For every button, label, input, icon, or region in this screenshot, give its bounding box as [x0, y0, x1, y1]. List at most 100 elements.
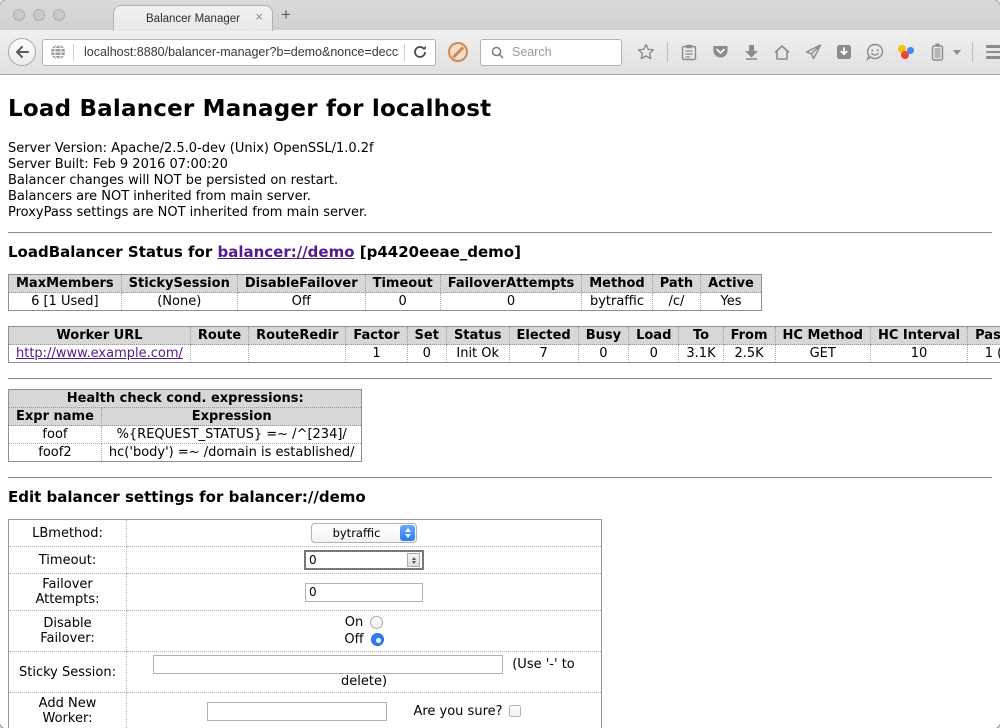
col-to: To: [679, 327, 723, 345]
cell-expr-name: foof: [9, 426, 102, 444]
balancer-status-table: MaxMembers StickySession DisableFailover…: [8, 274, 762, 311]
add-worker-input[interactable]: [207, 702, 387, 721]
sticky-session-input[interactable]: [153, 655, 503, 674]
site-identity-globe-icon[interactable]: [48, 42, 68, 62]
content-blocked-icon[interactable]: [448, 42, 468, 62]
cell-disablefailover: Off: [237, 293, 365, 311]
menu-hamburger-icon[interactable]: [984, 42, 1000, 62]
battery-status-icon[interactable]: [927, 42, 947, 62]
search-icon: [487, 42, 507, 62]
table-row: 6 [1 Used] (None) Off 0 0 bytraffic /c/ …: [9, 293, 762, 311]
save-to-device-icon[interactable]: [834, 42, 854, 62]
cell-hc-method: GET: [775, 345, 870, 363]
reload-icon[interactable]: [410, 42, 430, 62]
cell-routeredir: [249, 345, 346, 363]
edit-settings-heading: Edit balancer settings for balancer://de…: [8, 488, 992, 506]
new-tab-button[interactable]: +: [281, 5, 291, 25]
table-row: foof2 hc('body') =~ /domain is establish…: [9, 444, 362, 462]
section-divider: [8, 378, 992, 380]
proxypass-note: ProxyPass settings are NOT inherited fro…: [8, 205, 992, 221]
bookmark-star-icon[interactable]: [636, 42, 656, 62]
form-row-sticky-session: Sticky Session: (Use '-' to delete): [9, 652, 602, 693]
back-arrow-icon: [12, 42, 32, 62]
cell-elected: 7: [509, 345, 578, 363]
pocket-icon[interactable]: [710, 42, 730, 62]
col-worker-url: Worker URL: [9, 327, 191, 345]
cell-passes: 1 (0): [968, 345, 1000, 363]
worker-url-link[interactable]: http://www.example.com/: [16, 346, 183, 361]
cell-failoverattempts: 0: [440, 293, 582, 311]
disable-failover-on-radio[interactable]: [370, 616, 383, 629]
col-expression: Expression: [101, 408, 362, 426]
cell-busy: 0: [578, 345, 628, 363]
cell-expression: hc('body') =~ /domain is established/: [101, 444, 362, 462]
cell-load: 0: [629, 345, 679, 363]
form-row-timeout: Timeout:: [9, 547, 602, 574]
confirm-checkbox[interactable]: [509, 705, 521, 717]
search-bar[interactable]: Search: [480, 39, 622, 66]
cell-method: bytraffic: [582, 293, 652, 311]
tab-bar: Balancer Manager × +: [0, 0, 1000, 30]
disable-failover-label: Disable Failover:: [9, 611, 127, 652]
toolbar-icons: [636, 42, 1000, 62]
toolbar-divider: [667, 42, 668, 62]
cell-stickysession: (None): [121, 293, 237, 311]
col-passes: Passes: [968, 327, 1000, 345]
cell-worker-url: http://www.example.com/: [9, 345, 191, 363]
col-stickysession: StickySession: [121, 275, 237, 293]
col-path: Path: [652, 275, 700, 293]
tab-balancer-manager[interactable]: Balancer Manager ×: [113, 5, 273, 31]
col-elected: Elected: [509, 327, 578, 345]
bookmarks-list-icon[interactable]: [679, 42, 699, 62]
add-worker-label: Add New Worker:: [9, 693, 127, 728]
close-window-button[interactable]: [13, 9, 25, 21]
col-routeredir: RouteRedir: [249, 327, 346, 345]
form-row-add-worker: Add New Worker: Are you sure?: [9, 693, 602, 728]
loadbalancer-status-heading: LoadBalancer Status for balancer://demo …: [8, 243, 992, 261]
worker-status-table: Worker URL Route RouteRedir Factor Set S…: [8, 326, 1000, 363]
minimize-window-button[interactable]: [33, 9, 45, 21]
urlbar-divider: [73, 44, 74, 61]
section-divider: [8, 477, 992, 479]
health-check-table: Health check cond. expressions: Expr nam…: [8, 389, 362, 462]
timeout-input[interactable]: [306, 553, 407, 567]
table-row: foof %{REQUEST_STATUS} =~ /^[234]/: [9, 426, 362, 444]
downloads-icon[interactable]: [741, 42, 761, 62]
url-bar[interactable]: localhost:8880/balancer-manager?b=demo&n…: [42, 39, 436, 66]
col-disablefailover: DisableFailover: [237, 275, 365, 293]
disable-failover-off-radio[interactable]: [371, 633, 384, 646]
timeout-label: Timeout:: [9, 547, 127, 574]
status-heading-prefix: LoadBalancer Status for: [8, 243, 217, 261]
url-text[interactable]: localhost:8880/balancer-manager?b=demo&n…: [84, 45, 399, 59]
cell-set: 0: [407, 345, 446, 363]
number-spinner-icon[interactable]: [407, 553, 420, 567]
health-table-title: Health check cond. expressions:: [9, 390, 362, 408]
cell-timeout: 0: [365, 293, 440, 311]
col-factor: Factor: [346, 327, 407, 345]
extension-colordots-icon[interactable]: [896, 42, 916, 62]
timeout-field-wrap: [304, 550, 424, 570]
table-header-row: MaxMembers StickySession DisableFailover…: [9, 275, 762, 293]
failover-attempts-input[interactable]: [305, 583, 423, 602]
confirm-label: Are you sure?: [413, 704, 502, 719]
col-load: Load: [629, 327, 679, 345]
lbmethod-select[interactable]: bytraffic: [311, 523, 417, 543]
zoom-window-button[interactable]: [53, 9, 65, 21]
cell-route: [190, 345, 248, 363]
tab-close-icon[interactable]: ×: [255, 10, 263, 23]
table-header-row: Expr name Expression: [9, 408, 362, 426]
failover-attempts-label: Failover Attempts:: [9, 574, 127, 611]
balancer-demo-link[interactable]: balancer://demo: [217, 243, 354, 261]
toolbar-divider: [972, 42, 973, 62]
col-status: Status: [446, 327, 509, 345]
select-stepper-icon: [400, 525, 415, 541]
form-row-failover-attempts: Failover Attempts:: [9, 574, 602, 611]
overflow-caret-icon[interactable]: [953, 50, 961, 55]
feedback-smiley-icon[interactable]: [865, 42, 885, 62]
home-icon[interactable]: [772, 42, 792, 62]
search-placeholder: Search: [512, 45, 552, 59]
back-button[interactable]: [8, 38, 36, 66]
send-tab-icon[interactable]: [803, 42, 823, 62]
col-active: Active: [701, 275, 762, 293]
window-controls: [13, 9, 65, 21]
